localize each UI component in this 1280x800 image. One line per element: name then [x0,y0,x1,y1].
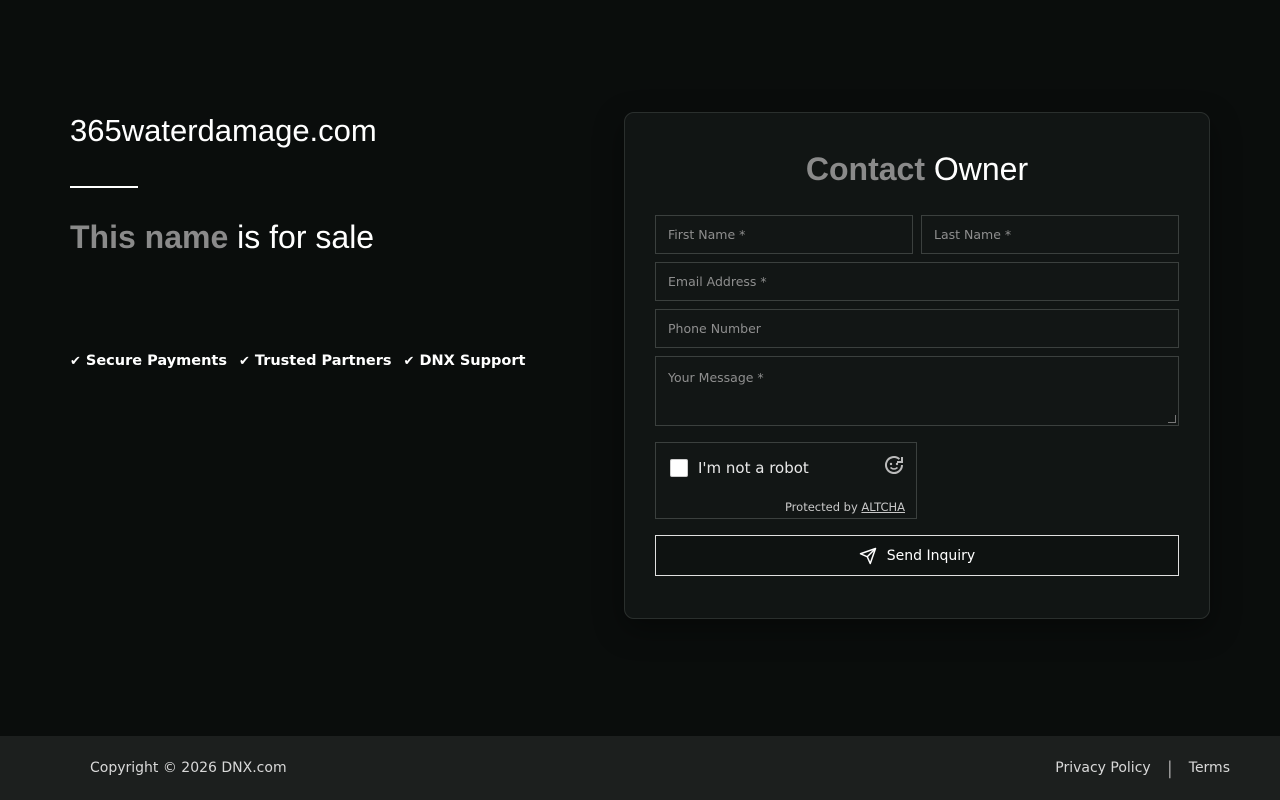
contact-title-emphasis: Contact [805,151,925,187]
sale-heading-emphasis: This name [70,219,229,255]
resize-handle-icon[interactable] [1168,415,1176,423]
last-name-placeholder: Last Name * [934,227,1012,242]
altcha-link[interactable]: ALTCHA [861,500,905,514]
feature-dnx-support: ✔ DNX Support [404,353,526,369]
captcha-checkbox[interactable] [670,459,688,477]
footer-separator: | [1166,757,1173,779]
sale-heading: This name is for sale [70,217,550,257]
privacy-policy-link[interactable]: Privacy Policy [1055,760,1150,776]
email-placeholder: Email Address * [668,274,767,289]
feature-label: DNX Support [419,353,526,369]
feature-secure-payments: ✔ Secure Payments [70,353,227,369]
paper-plane-icon [859,547,877,564]
captcha-widget: I'm not a robot Protected by ALTCHA [655,442,917,519]
phone-placeholder: Phone Number [668,321,761,336]
altcha-logo-icon [885,456,903,474]
email-field[interactable]: Email Address * [655,262,1179,301]
contact-card: Contact Owner First Name * Last Name * E… [624,112,1210,619]
captcha-protected-note: Protected by ALTCHA [785,500,905,514]
feature-list: ✔ Secure Payments ✔ Trusted Partners ✔ D… [70,353,525,369]
footer: Copyright © 2026 DNX.com Privacy Policy … [0,736,1280,800]
footer-links: Privacy Policy | Terms [1055,758,1230,779]
contact-title: Contact Owner [625,149,1209,189]
message-field[interactable]: Your Message * [655,356,1179,426]
message-placeholder: Your Message * [668,370,764,385]
domain-name: 365waterdamage.com [70,113,377,148]
first-name-field[interactable]: First Name * [655,215,913,254]
send-inquiry-button[interactable]: Send Inquiry [655,535,1179,576]
captcha-label: I'm not a robot [698,459,809,477]
feature-label: Trusted Partners [254,353,392,369]
check-icon: ✔ [403,353,415,369]
phone-field[interactable]: Phone Number [655,309,1179,348]
sale-heading-rest: is for sale [228,219,375,255]
copyright-text: Copyright © 2026 DNX.com [90,760,287,776]
check-icon: ✔ [239,353,250,369]
captcha-protected-text: Protected by [784,500,858,514]
terms-link[interactable]: Terms [1189,760,1230,776]
contact-title-rest: Owner [924,151,1029,187]
last-name-field[interactable]: Last Name * [921,215,1179,254]
send-inquiry-label: Send Inquiry [886,547,976,564]
divider [70,186,138,188]
feature-trusted-partners: ✔ Trusted Partners [239,353,392,369]
feature-label: Secure Payments [85,353,227,369]
hero-section: 365waterdamage.com This name is for sale [70,112,550,257]
check-icon: ✔ [70,353,81,369]
first-name-placeholder: First Name * [668,227,746,242]
